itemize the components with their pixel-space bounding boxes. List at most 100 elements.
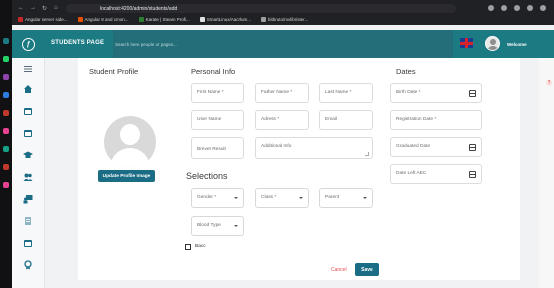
- blood-type-label: Blood Type: [197, 223, 221, 228]
- bookmark-label: SmartLinux/Aacrlum...: [206, 17, 252, 22]
- bookmark-favicon-icon: [261, 17, 267, 22]
- additional-info-textarea[interactable]: Additional Info: [255, 137, 373, 159]
- personal-info-title: Personal Info: [191, 67, 236, 76]
- browser-toolbar: ← → ↻ ⌂ localhost:4200/admin/students/ad…: [12, 3, 554, 14]
- calendar-icon[interactable]: [469, 171, 476, 178]
- chevron-down-icon: [363, 197, 367, 199]
- extension-icon[interactable]: [488, 5, 494, 11]
- calendar-icon[interactable]: [23, 106, 33, 116]
- gender-select[interactable]: Gender *: [191, 188, 244, 208]
- date-left-field[interactable]: Date Left AEC: [390, 164, 482, 184]
- bacc-label: Bacc: [195, 244, 206, 249]
- help-icon[interactable]: ?: [546, 80, 552, 86]
- extension-icon[interactable]: [514, 5, 520, 11]
- users-icon[interactable]: [23, 172, 33, 182]
- avatar[interactable]: [485, 36, 500, 51]
- home-icon[interactable]: [23, 84, 33, 94]
- bookmark-favicon-icon: [199, 17, 205, 22]
- resize-handle-icon[interactable]: [365, 152, 369, 156]
- bookmark-label: bitbruto/mvlibrister...: [268, 17, 309, 22]
- app-icon[interactable]: [3, 38, 9, 44]
- bookmark-item[interactable]: Angular server side...: [18, 17, 68, 22]
- right-panel: [539, 58, 554, 288]
- app-icon[interactable]: [3, 146, 9, 152]
- bookmark-favicon-icon: [77, 17, 83, 22]
- bookmark-favicon-icon: [138, 17, 144, 22]
- app-icon[interactable]: [3, 128, 9, 134]
- home-icon[interactable]: ⌂: [54, 5, 58, 11]
- award-icon[interactable]: [23, 260, 33, 270]
- reload-icon[interactable]: ↻: [42, 5, 47, 12]
- update-profile-image-button[interactable]: Update Profile Image: [98, 170, 155, 182]
- back-icon[interactable]: ←: [18, 5, 24, 11]
- registration-date-field[interactable]: Registration Date *: [390, 110, 482, 130]
- first-name-placeholder: First Name *: [197, 90, 224, 95]
- search-input[interactable]: [115, 39, 195, 49]
- last-name-field[interactable]: Last Name *: [319, 83, 373, 103]
- email-placeholder: Email: [325, 117, 337, 122]
- teacher-board-icon[interactable]: [23, 194, 33, 204]
- extension-icon[interactable]: [527, 5, 533, 11]
- email-field[interactable]: Email: [319, 110, 373, 130]
- app-icon[interactable]: [3, 92, 9, 98]
- graduation-cap-icon[interactable]: [23, 150, 33, 160]
- cancel-button[interactable]: Cancel: [331, 267, 347, 273]
- bacc-checkbox[interactable]: [185, 244, 191, 250]
- graduated-date-field[interactable]: Graduated Date: [390, 137, 482, 157]
- logo-icon: ƒ: [22, 37, 35, 51]
- birth-date-placeholder: Birth Date *: [396, 90, 421, 95]
- profile-icon[interactable]: [540, 5, 546, 11]
- extension-icon[interactable]: [501, 5, 507, 11]
- app-icon[interactable]: [3, 110, 9, 116]
- date-left-placeholder: Date Left AEC: [396, 171, 427, 176]
- bookmark-favicon-icon: [18, 17, 23, 22]
- bookmark-item[interactable]: Angular 8 and cmon...: [77, 17, 129, 22]
- save-button[interactable]: Save: [355, 263, 379, 276]
- bookmark-item[interactable]: SmartLinux/Aacrlum...: [199, 17, 252, 22]
- address-placeholder: Adress *: [261, 117, 280, 122]
- father-name-field[interactable]: Father Name *: [255, 83, 309, 103]
- forward-icon[interactable]: →: [30, 5, 36, 11]
- parent-select[interactable]: Parent: [319, 188, 373, 208]
- blood-type-select[interactable]: Blood Type: [191, 216, 244, 236]
- chevron-down-icon: [234, 197, 238, 199]
- address-field[interactable]: Adress *: [255, 110, 309, 130]
- bookmark-item[interactable]: Karate | Steam Profi...: [138, 17, 190, 22]
- app-icon[interactable]: [3, 182, 9, 188]
- user-name-field[interactable]: User Name: [191, 110, 244, 130]
- page-title: STUDENTS PAGE: [51, 40, 105, 46]
- chevron-down-icon: [299, 197, 303, 199]
- class-select[interactable]: Class *: [255, 188, 309, 208]
- logo[interactable]: ƒ: [12, 30, 45, 58]
- user-name-placeholder: User Name: [197, 117, 222, 122]
- profile-image: [104, 116, 156, 168]
- app-icon[interactable]: [3, 74, 9, 80]
- search-bar: [113, 30, 453, 58]
- additional-info-placeholder: Additional Info: [261, 144, 292, 149]
- first-name-field[interactable]: First Name *: [191, 83, 244, 103]
- app-icon[interactable]: [3, 164, 9, 170]
- toolbar-icons: [488, 5, 546, 11]
- calendar-icon[interactable]: [23, 128, 33, 138]
- bookmarks-bar: Angular server side... Angular 8 and cmo…: [12, 14, 554, 25]
- menu-icon[interactable]: [23, 64, 33, 74]
- language-flag-icon[interactable]: [460, 38, 473, 48]
- calendar-icon[interactable]: [469, 90, 476, 97]
- app-icon[interactable]: [3, 56, 9, 62]
- selections-title: Selections: [186, 171, 228, 181]
- birth-date-field[interactable]: Birth Date *: [390, 83, 482, 103]
- brevet-result-field[interactable]: Brevet Result: [191, 137, 244, 159]
- gender-label: Gender *: [197, 195, 217, 200]
- father-name-placeholder: Father Name *: [261, 90, 293, 95]
- calendar-icon[interactable]: [469, 144, 476, 151]
- graduated-date-placeholder: Graduated Date: [396, 144, 431, 149]
- bookmark-label: Angular server side...: [25, 17, 68, 22]
- document-icon[interactable]: [23, 216, 33, 226]
- student-profile-title: Student Profile: [89, 67, 139, 76]
- app-window: ƒ STUDENTS PAGE Welcome: [12, 25, 554, 288]
- welcome-text: Welcome: [507, 42, 527, 47]
- bookmark-item[interactable]: bitbruto/mvlibrister...: [261, 17, 308, 22]
- address-bar[interactable]: localhost:4200/admin/students/add: [66, 4, 456, 13]
- calendar-icon[interactable]: [23, 238, 33, 248]
- url-text: localhost:4200/admin/students/add: [100, 5, 178, 12]
